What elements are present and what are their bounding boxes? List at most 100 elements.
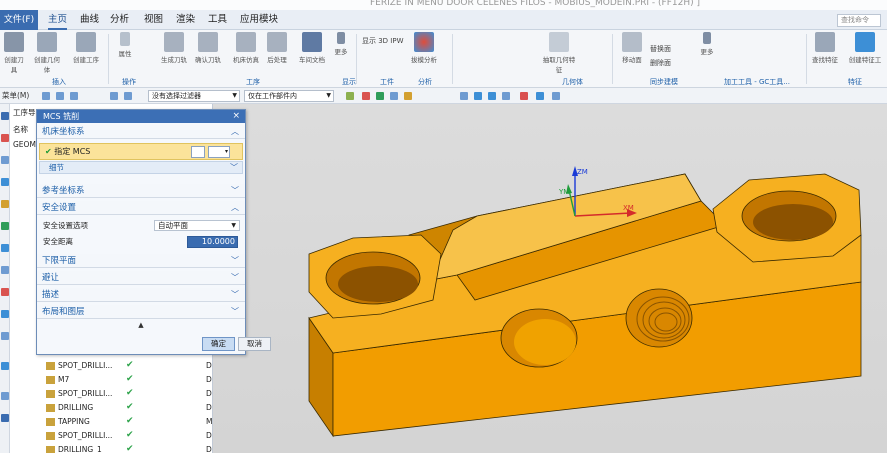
machine-simulation-button[interactable]: 机床仿真 bbox=[232, 32, 260, 72]
section-machine-cs[interactable]: 机床坐标系 ︿ bbox=[37, 125, 245, 139]
selection-icon[interactable] bbox=[124, 92, 132, 100]
shop-docs-button[interactable]: 车间文档 bbox=[298, 32, 326, 72]
group-display-label[interactable]: 显示 bbox=[342, 77, 356, 87]
resource-icon[interactable] bbox=[1, 244, 9, 252]
find-feature-button[interactable]: 查找特征 bbox=[810, 32, 840, 72]
generate-toolpath-button[interactable]: 生成刀轨 bbox=[160, 32, 188, 72]
table-row[interactable]: TAPPING ✔ M bbox=[10, 415, 213, 428]
snap-icon[interactable] bbox=[346, 92, 354, 100]
section-layout-layer[interactable]: 布局和图层 ﹀ bbox=[37, 305, 245, 319]
selection-icon[interactable] bbox=[42, 92, 50, 100]
resource-icon[interactable] bbox=[1, 222, 9, 230]
part-model[interactable]: ZM XM YM bbox=[213, 104, 887, 453]
csys-dropdown-button[interactable]: ▾ bbox=[208, 146, 230, 158]
dialog-title[interactable]: MCS 铣削 × bbox=[37, 110, 245, 123]
resource-icon[interactable] bbox=[1, 310, 9, 318]
tab-applications[interactable]: 应用模块 bbox=[240, 10, 278, 30]
snap-icon[interactable] bbox=[362, 92, 370, 100]
close-icon[interactable]: × bbox=[232, 110, 240, 123]
tab-render[interactable]: 渲染 bbox=[176, 10, 195, 30]
group-procedure-label[interactable]: 工序 bbox=[246, 77, 260, 87]
postprocess-button[interactable]: 后处理 bbox=[266, 32, 288, 72]
group-geometry-label[interactable]: 几何体 bbox=[562, 77, 583, 87]
resource-icon[interactable] bbox=[1, 178, 9, 186]
snap-icon[interactable] bbox=[404, 92, 412, 100]
resource-icon[interactable] bbox=[1, 362, 9, 370]
resource-icon[interactable] bbox=[1, 266, 9, 274]
resource-icon[interactable] bbox=[1, 288, 9, 296]
cancel-button[interactable]: 取消 bbox=[238, 337, 271, 351]
view-icon[interactable] bbox=[502, 92, 510, 100]
csys-dialog-button[interactable] bbox=[191, 146, 205, 158]
section-description[interactable]: 描述 ﹀ bbox=[37, 288, 245, 302]
section-lower-plane[interactable]: 下限平面 ﹀ bbox=[37, 254, 245, 268]
create-tool-button[interactable]: 创建刀具 bbox=[2, 32, 26, 74]
detail-subsection[interactable]: 细节 ﹀ bbox=[39, 161, 243, 174]
navigator-tab-icon[interactable] bbox=[1, 112, 9, 120]
tab-view[interactable]: 视图 bbox=[144, 10, 163, 30]
resource-icon[interactable] bbox=[1, 414, 9, 422]
render-icon[interactable] bbox=[552, 92, 560, 100]
group-feature-label[interactable]: 特征 bbox=[848, 77, 862, 87]
resource-icon[interactable] bbox=[1, 332, 9, 340]
menu-button[interactable]: 菜单(M) bbox=[2, 90, 29, 101]
more-sync-button[interactable]: 更多 bbox=[698, 32, 716, 72]
tab-home[interactable]: 主页 bbox=[48, 10, 68, 30]
selection-icon[interactable] bbox=[56, 92, 64, 100]
view-icon[interactable] bbox=[460, 92, 468, 100]
ok-button[interactable]: 确定 bbox=[202, 337, 235, 351]
specify-mcs-row[interactable]: ✔ 指定 MCS ▾ bbox=[39, 143, 243, 160]
type-filter-dropdown[interactable]: 没有选择过滤器 ▼ bbox=[148, 90, 240, 102]
group-sync-modeling-label[interactable]: 同步建模 bbox=[650, 77, 678, 87]
view-icon[interactable] bbox=[474, 92, 482, 100]
group-insert-label[interactable]: 插入 bbox=[52, 77, 66, 87]
tab-analysis[interactable]: 分析 bbox=[110, 10, 129, 30]
group-analysis-label[interactable]: 分析 bbox=[418, 77, 432, 87]
create-operation-button[interactable]: 创建工序 bbox=[72, 32, 100, 72]
verify-toolpath-button[interactable]: 确认刀轨 bbox=[194, 32, 222, 72]
table-row[interactable]: DRILLING_1 ✔ D bbox=[10, 443, 213, 453]
snap-icon[interactable] bbox=[376, 92, 384, 100]
group-gc-tools-label[interactable]: 加工工具 - GC工具... bbox=[724, 77, 790, 87]
section-reference-cs[interactable]: 参考坐标系 ﹀ bbox=[37, 184, 245, 198]
graphics-viewport[interactable]: ZM XM YM bbox=[213, 104, 887, 453]
expand-more-icon[interactable]: ▲ bbox=[39, 322, 243, 330]
table-row[interactable]: SPOT_DRILLI... ✔ D bbox=[10, 387, 213, 400]
table-row[interactable]: DRILLING ✔ D bbox=[10, 401, 213, 414]
safe-distance-input[interactable]: 10.0000 bbox=[187, 236, 238, 248]
resource-icon[interactable] bbox=[1, 134, 9, 142]
replace-face-button[interactable]: 替换面 bbox=[650, 44, 671, 54]
extract-geometry-button[interactable]: 抽取几何特征 bbox=[542, 32, 576, 74]
tab-tools[interactable]: 工具 bbox=[208, 10, 227, 30]
group-operation-label[interactable]: 操作 bbox=[122, 77, 136, 87]
safety-option-select[interactable]: 自动平面 ▼ bbox=[154, 220, 240, 231]
create-feature-button[interactable]: 创建特征工 bbox=[846, 32, 884, 72]
table-row[interactable]: M7 ✔ D bbox=[10, 373, 213, 386]
command-search-input[interactable]: 查找命令 bbox=[837, 14, 881, 27]
move-face-button[interactable]: 移动面 bbox=[620, 32, 644, 72]
table-row[interactable]: SPOT_DRILLI... ✔ D bbox=[10, 429, 213, 442]
file-menu[interactable]: 文件(F) bbox=[0, 10, 38, 30]
render-icon[interactable] bbox=[536, 92, 544, 100]
table-row[interactable]: SPOT_DRILLI... ✔ D bbox=[10, 359, 213, 372]
column-header-name[interactable]: 名称 bbox=[10, 124, 28, 135]
snap-icon[interactable] bbox=[390, 92, 398, 100]
selection-icon[interactable] bbox=[110, 92, 118, 100]
resource-icon[interactable] bbox=[1, 200, 9, 208]
section-safety[interactable]: 安全设置 ︿ bbox=[37, 201, 245, 215]
properties-button[interactable]: 属性 bbox=[116, 32, 134, 72]
resource-icon[interactable] bbox=[1, 156, 9, 164]
section-avoid[interactable]: 避让 ﹀ bbox=[37, 271, 245, 285]
view-icon[interactable] bbox=[488, 92, 496, 100]
more-operations-button[interactable]: 更多 bbox=[332, 32, 350, 72]
scope-dropdown[interactable]: 仅在工作部件内 ▼ bbox=[244, 90, 334, 102]
display-3d-ipw-button[interactable]: 显示 3D IPW bbox=[362, 36, 404, 46]
delete-face-button[interactable]: 删除面 bbox=[650, 58, 671, 68]
tab-curve[interactable]: 曲线 bbox=[80, 10, 99, 30]
create-geometry-button[interactable]: 创建几何体 bbox=[32, 32, 62, 74]
render-icon[interactable] bbox=[520, 92, 528, 100]
resource-icon[interactable] bbox=[1, 392, 9, 400]
draft-analysis-button[interactable]: 拔模分析 bbox=[410, 32, 438, 72]
selection-icon[interactable] bbox=[70, 92, 78, 100]
group-workpiece-label[interactable]: 工件 bbox=[380, 77, 394, 87]
